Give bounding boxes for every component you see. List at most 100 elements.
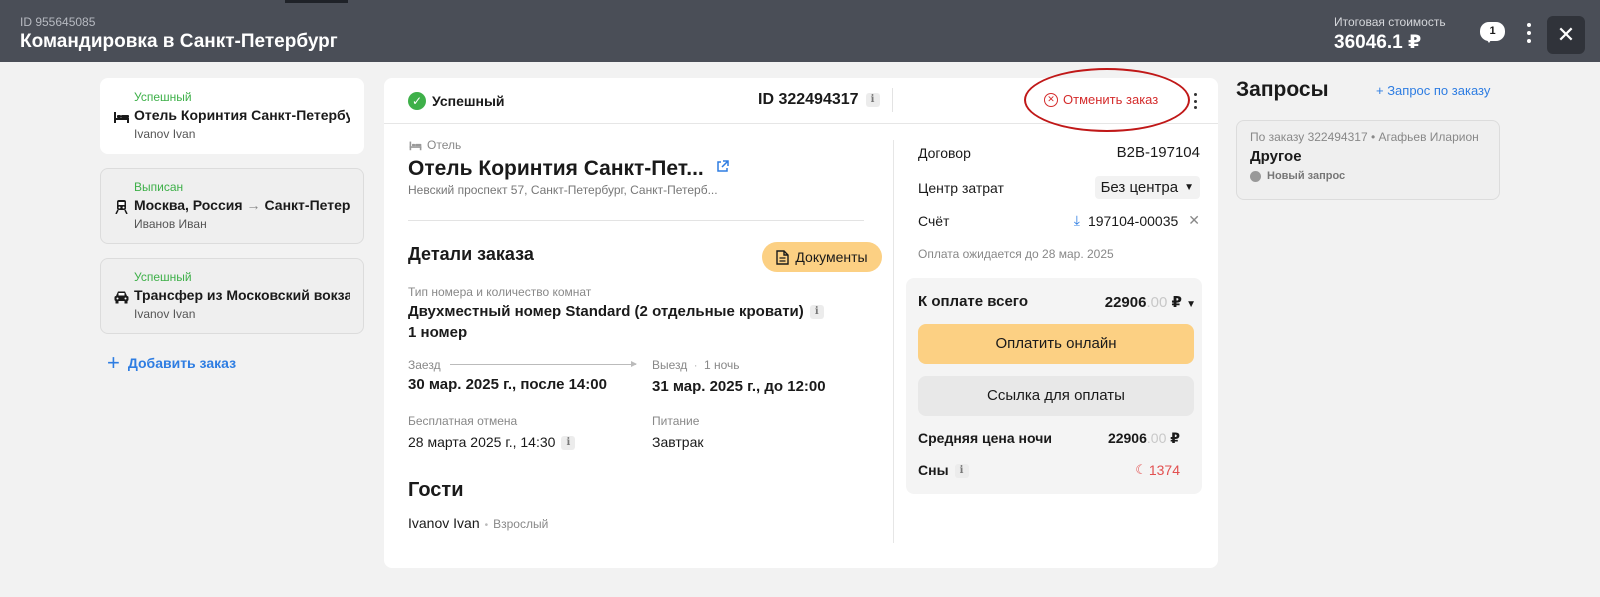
info-icon[interactable]: i [865,93,880,107]
chevron-down-icon: ▼ [1184,182,1194,193]
payment-link-button[interactable]: Ссылка для оплаты [918,376,1194,416]
divider [892,88,893,112]
trip-title: Командировка в Санкт-Петербург [20,31,338,52]
contract-label: Договор [918,144,971,161]
route-to: Санкт-Петербург [264,197,350,213]
invoice-value: ⤓ 197104-00035 ✕ [1074,212,1200,229]
nights-count: 1 ночь [703,358,740,372]
plus-icon: + [107,350,120,375]
order-topbar: ✓ Успешный ID 322494317 i ✕ Отменить зак… [384,68,1218,132]
room-type-value: Двухместный номер Standard (2 отдельные … [408,303,804,320]
hotel-info: Отель Отель Коринтия Санкт-Пет... Невски… [408,138,864,197]
bed-icon [409,141,422,150]
free-cancel-date: 28 марта 2025 г., 14:30 [408,434,556,450]
sny-label-wrap: Сны i [918,462,969,479]
info-icon[interactable]: i [809,305,824,320]
clock-icon [1250,170,1261,182]
request-state-label: Новый запрос [1267,170,1346,182]
request-meta: По заказу 322494317 • Агафьев Иларион [1250,130,1479,144]
requests-heading: Запросы [1236,78,1329,101]
cost-center-select[interactable]: Без центра ▼ [1094,176,1200,199]
add-order-button[interactable]: + Добавить заказ [107,350,237,375]
order-details-heading: Детали заказа [408,244,534,264]
total-due-amount: 22906.00 ₽ ▼ [1104,294,1196,311]
order-status: Выписан [134,180,184,194]
info-icon[interactable]: i [954,464,969,479]
request-subject: Другое [1250,148,1302,165]
invoice-number[interactable]: 197104-00035 [1088,213,1178,229]
divider [408,220,864,221]
bed-icon [114,112,129,123]
avg-night-value: 22906.00 ₽ [1107,430,1180,446]
meal-label: Питание [652,414,700,428]
order-title: Москва, Россия→Санкт-Петербург [134,197,350,213]
external-link-icon[interactable] [716,159,729,173]
moon-icon: ☾ [1135,462,1147,478]
checkout-label-text: Выезд [652,358,688,372]
column-divider [893,140,894,543]
route-from: Москва, Россия [134,197,243,213]
highlight-annotation-oval [1024,68,1190,132]
order-person: Ivanov Ivan [134,127,196,141]
checkout-label: Выезд · 1 ночь [652,358,740,372]
room-type-label: Тип номера и количество комнат [408,285,592,299]
stay-arrow [450,361,637,367]
free-cancel-value: 28 марта 2025 г., 14:30 i [408,434,576,451]
checkin-label: Заезд [408,358,441,372]
order-id-text: ID 322494317 [758,91,859,108]
check-circle-icon: ✓ [408,92,426,110]
more-menu-icon[interactable] [1522,23,1536,43]
payment-due-note: Оплата ожидается до 28 мар. 2025 [918,247,1114,261]
sny-label: Сны [918,462,949,478]
hotel-kind: Отель [408,138,864,152]
remove-invoice-icon[interactable]: ✕ [1188,212,1200,229]
info-icon[interactable]: i [561,436,576,451]
cost-center-value: Без центра [1100,179,1179,196]
guest-name: Ivanov Ivan [408,515,480,531]
route-arrow-icon: → [246,197,261,213]
invoice-label: Счёт [918,212,950,229]
hotel-kind-label: Отель [427,138,462,152]
avg-night-label: Средняя цена ночи [918,430,1052,446]
room-type: Двухместный номер Standard (2 отдельные … [408,301,848,343]
order-more-menu-icon[interactable] [1192,93,1198,109]
order-status-label: Успешный [432,93,505,109]
checkout-date: 31 мар. 2025 г., до 12:00 [652,378,826,395]
guests-heading: Гости [408,479,464,501]
avg-night-row: Средняя цена ночи 22906.00 ₽ [918,430,1180,447]
order-card-train[interactable]: Выписан Москва, Россия→Санкт-Петербург И… [100,168,364,244]
train-icon [115,200,128,214]
order-status: Успешный [134,270,192,284]
pay-online-button[interactable]: Оплатить онлайн [918,324,1194,364]
request-card[interactable]: По заказу 322494317 • Агафьев Иларион Др… [1236,120,1500,200]
document-icon [776,249,790,265]
contract-value: B2B-197104 [1116,144,1200,161]
trip-id: ID 955645085 [20,15,96,29]
checkin-date: 30 мар. 2025 г., после 14:00 [408,376,607,393]
chevron-down-icon: ▼ [1186,299,1196,310]
documents-button[interactable]: Документы [762,242,882,272]
order-status: Успешный [134,90,192,104]
guest-role: Взрослый [493,517,549,531]
add-request-link[interactable]: + Запрос по заказу [1376,83,1490,98]
request-state: Новый запрос [1250,170,1499,182]
cost-center-label: Центр затрат [918,179,1004,196]
order-card-transfer[interactable]: Успешный Трансфер из Московский вокзал I… [100,258,364,334]
car-icon [114,291,129,304]
total-due-row[interactable]: К оплате всего 22906.00 ₽ ▼ [918,293,1196,311]
download-icon[interactable]: ⤓ [1074,212,1080,229]
order-id: ID 322494317 i [758,91,880,109]
hotel-address: Невский проспект 57, Санкт-Петербург, Са… [408,183,718,197]
add-order-label: Добавить заказ [127,355,237,371]
close-button[interactable]: ✕ [1547,16,1585,54]
hotel-name-text: Отель Коринтия Санкт-Пет... [408,157,704,180]
order-card-hotel[interactable]: Успешный Отель Коринтия Санкт-Петербург … [100,78,364,154]
order-person: Иванов Иван [134,217,207,231]
room-count: 1 номер [408,324,468,341]
meal-value: Завтрак [652,434,704,450]
contract-row: Договор B2B-197104 [918,144,1200,161]
order-status-badge: ✓ Успешный [408,92,505,110]
chat-icon[interactable]: 1 [1480,22,1506,44]
hotel-name: Отель Коринтия Санкт-Пет... [408,157,864,181]
top-header: ID 955645085 Командировка в Санкт-Петерб… [0,0,1600,62]
